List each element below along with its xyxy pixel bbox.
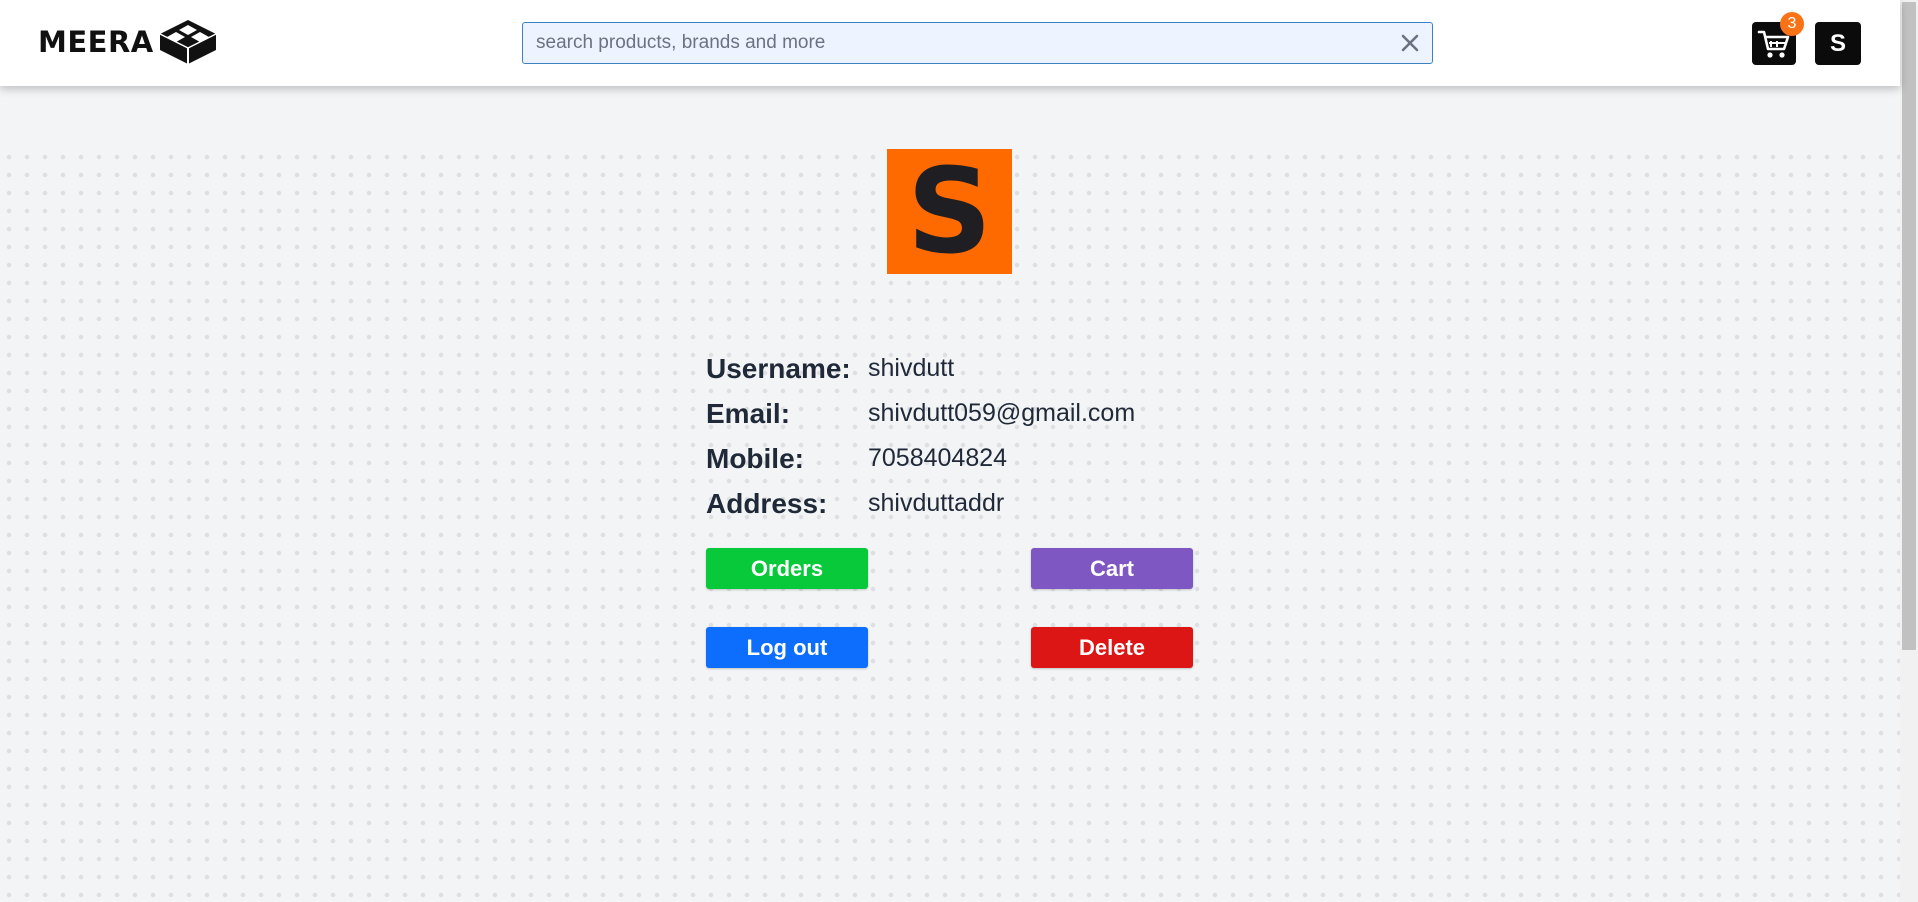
search-input[interactable]	[523, 23, 1383, 63]
username-label: Username:	[706, 352, 851, 384]
brand-logo[interactable]: MEERA	[38, 18, 220, 66]
mobile-row: Mobile: 7058404824	[706, 436, 1135, 481]
vertical-scrollbar[interactable]	[1900, 0, 1918, 902]
top-navbar: MEERA search products, brands and more 3…	[0, 0, 1900, 86]
address-value: shivduttaddr	[868, 489, 1005, 517]
profile-avatar: S	[887, 149, 1012, 274]
delete-account-button[interactable]: Delete	[1031, 627, 1193, 668]
email-value: shivdutt059@gmail.com	[868, 399, 1136, 427]
brand-name: MEERA	[38, 25, 154, 59]
orders-button[interactable]: Orders	[706, 548, 868, 589]
box-icon	[159, 20, 217, 64]
email-row: Email: shivdutt059@gmail.com	[706, 391, 1135, 436]
username-row: Username: shivdutt	[706, 346, 1135, 391]
cart-page-button[interactable]: Cart	[1031, 548, 1193, 589]
address-label: Address:	[706, 487, 828, 519]
address-row: Address: shivduttaddr	[706, 481, 1135, 526]
user-menu-button[interactable]: S	[1815, 22, 1861, 65]
profile-details: Username: shivdutt Email: shivdutt059@gm…	[706, 346, 1135, 526]
email-label: Email:	[706, 397, 791, 429]
mobile-label: Mobile:	[706, 442, 804, 474]
username-value: shivdutt	[868, 354, 955, 382]
search-bar	[522, 22, 1433, 64]
logout-button[interactable]: Log out	[706, 627, 868, 668]
close-icon[interactable]	[1398, 31, 1422, 55]
profile-page: MEERA search products, brands and more 3…	[0, 0, 1918, 902]
scrollbar-thumb[interactable]	[1902, 2, 1916, 650]
cart-count-badge: 3	[1780, 12, 1804, 36]
mobile-value: 7058404824	[868, 444, 1008, 472]
